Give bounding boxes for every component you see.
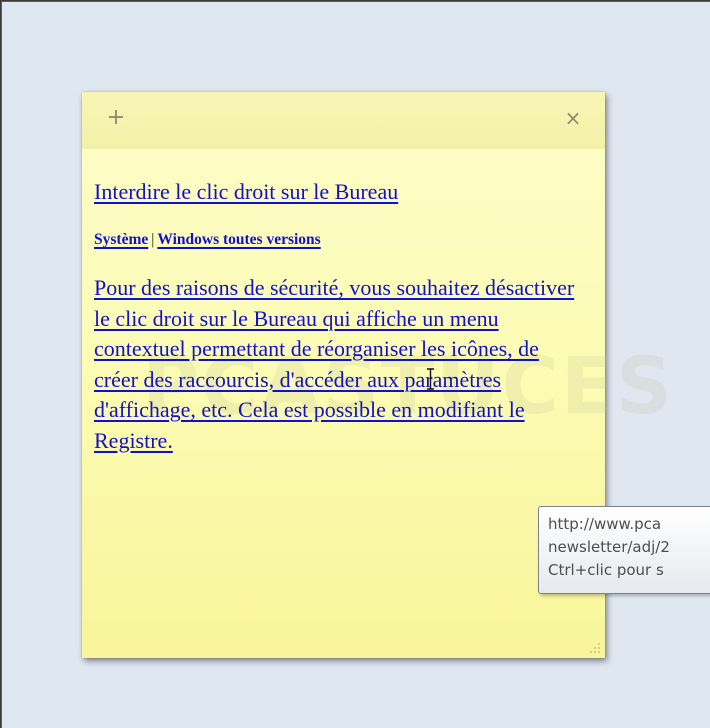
resize-grip-icon[interactable] (589, 642, 601, 654)
category-link[interactable]: Système (94, 231, 148, 248)
article-title-link[interactable]: Interdire le clic droit sur le Bureau (94, 177, 592, 207)
description-link[interactable]: Pour des raisons de sécurité, vous souha… (94, 275, 574, 453)
plus-icon: + (106, 105, 126, 130)
add-note-button[interactable]: + (104, 106, 128, 130)
link-tooltip: http://www.pca newsletter/adj/2 Ctrl+cli… (538, 506, 710, 594)
tooltip-hint: Ctrl+clic pour s (548, 561, 664, 579)
subcategory-link[interactable]: Windows toutes versions (157, 231, 320, 248)
description-block: Pour des raisons de sécurité, vous souha… (94, 273, 584, 456)
tooltip-url-line-1: http://www.pca (548, 515, 662, 533)
desktop: + × PCASTUCES Interdire le clic droit su… (1, 1, 710, 728)
note-content[interactable]: Interdire le clic droit sur le Bureau Sy… (94, 177, 592, 456)
sticky-note[interactable]: + × PCASTUCES Interdire le clic droit su… (82, 92, 672, 658)
text-cursor-icon (427, 368, 434, 390)
close-note-button[interactable]: × (561, 106, 585, 130)
close-icon: × (564, 106, 582, 130)
tooltip-url-line-2: newsletter/adj/2 (548, 538, 670, 556)
note-titlebar[interactable]: + × (82, 92, 605, 149)
category-separator: | (151, 231, 155, 248)
category-line: Système | Windows toutes versions (94, 229, 592, 251)
